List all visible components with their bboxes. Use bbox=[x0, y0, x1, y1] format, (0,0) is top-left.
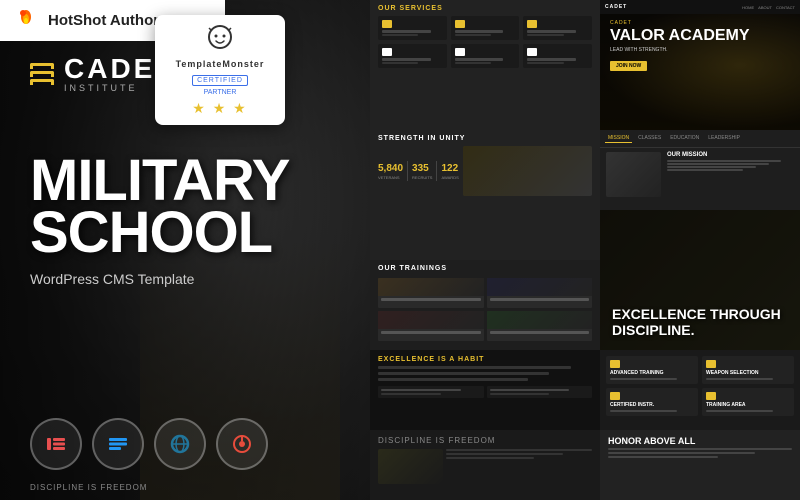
headline: MILITARY SCHOOL WordPress CMS Template bbox=[30, 155, 289, 287]
service-card-6 bbox=[523, 44, 592, 68]
stat-value-3: 122 bbox=[441, 163, 458, 174]
stats-image bbox=[463, 146, 592, 196]
revolution-slider-badge[interactable] bbox=[216, 418, 268, 470]
training-card-1 bbox=[378, 278, 484, 308]
excellence-mockup: EXCELLENCE THROUGH DISCIPLINE. bbox=[600, 210, 800, 350]
tm-partner: PARTNER bbox=[167, 89, 273, 96]
ultimate-fields-badge[interactable] bbox=[92, 418, 144, 470]
valor-nav-3: CONTACT bbox=[776, 5, 795, 10]
tm-certified: CERTIFIED bbox=[192, 75, 248, 86]
tm-stars: ★ ★ ★ bbox=[167, 100, 273, 117]
service-card-4 bbox=[378, 44, 447, 68]
feature-advanced: ADVANCED TRAINING bbox=[606, 356, 698, 384]
valor-nav-2: ABOUT bbox=[758, 5, 772, 10]
trainings-mockup: OUR TRAININGS bbox=[370, 260, 600, 350]
mission-nav: MISSION CLASSES EDUCATION LEADERSHIP bbox=[600, 130, 800, 148]
honor-mockup: HONOR ABOVE ALL bbox=[600, 430, 800, 500]
mission-text-block: OUR MISSION bbox=[667, 152, 794, 197]
stat-2: 335 RECRUITS bbox=[412, 163, 432, 180]
valor-cta-button[interactable]: JOIN NOW bbox=[610, 61, 647, 71]
trainings-grid bbox=[370, 276, 600, 343]
valor-nav-1: HOME bbox=[742, 5, 754, 10]
headline-tagline: WordPress CMS Template bbox=[30, 271, 289, 287]
stat-3: 122 AWARDS bbox=[441, 163, 458, 180]
services-grid bbox=[370, 14, 600, 70]
stat-1: 5,840 VETERANS bbox=[378, 163, 403, 180]
brand-title: HotShot Author bbox=[48, 12, 159, 29]
valor-academy-title: VALOR ACADEMY bbox=[610, 28, 750, 44]
tm-cat-icon bbox=[167, 23, 273, 57]
trainings-title: OUR TRAININGS bbox=[370, 260, 600, 276]
valor-subtitle-text: LEAD WITH STRENGTH. bbox=[610, 47, 750, 54]
logo-chevrons-icon bbox=[30, 63, 54, 85]
bottom-discipline-mockup: DISCIPLINE IS FREEDOM bbox=[370, 430, 600, 500]
discipline-tagline: DISCIPLINE IS FREEDOM bbox=[378, 436, 592, 445]
stat-label-3: AWARDS bbox=[441, 175, 458, 180]
excellence-text: EXCELLENCE THROUGH DISCIPLINE. bbox=[612, 307, 788, 338]
valor-mini-logo: CADET bbox=[605, 4, 627, 10]
stat-label-2: RECRUITS bbox=[412, 175, 432, 180]
service-card-3 bbox=[523, 16, 592, 40]
training-card-3 bbox=[378, 311, 484, 341]
valor-hero-mockup: CADET HOME ABOUT CONTACT CADET VALOR ACA… bbox=[600, 0, 800, 130]
feature-weapon: WEAPON SELECTION bbox=[702, 356, 794, 384]
service-card-5 bbox=[451, 44, 520, 68]
plugins-row bbox=[30, 418, 268, 470]
nav-edu[interactable]: EDUCATION bbox=[667, 134, 702, 143]
stat-value-2: 335 bbox=[412, 163, 432, 174]
stats-row: 5,840 VETERANS 335 RECRUITS 122 AWARDS bbox=[370, 144, 600, 198]
training-card-4 bbox=[487, 311, 593, 341]
mission-image bbox=[606, 152, 661, 197]
headline-line2: SCHOOL bbox=[30, 207, 289, 259]
honor-title: HONOR ABOVE ALL bbox=[600, 430, 800, 448]
tm-title: TemplateMonster bbox=[167, 59, 273, 69]
nav-mission[interactable]: MISSION bbox=[605, 134, 632, 143]
training-card-2 bbox=[487, 278, 593, 308]
nav-classes[interactable]: CLASSES bbox=[635, 134, 664, 143]
stats-title: STRENGTH IN UNITY bbox=[370, 130, 600, 144]
stat-label-1: VETERANS bbox=[378, 175, 403, 180]
right-panel: OUR SERVICES bbox=[370, 0, 800, 500]
valor-label-text: CADET bbox=[610, 20, 750, 26]
service-card-1 bbox=[378, 16, 447, 40]
stat-value-1: 5,840 bbox=[378, 163, 403, 174]
logo-area: CADET INSTITUTE bbox=[30, 55, 175, 93]
stats-mockup: STRENGTH IN UNITY 5,840 VETERANS 335 REC… bbox=[370, 130, 600, 260]
feature-area: TRAINING AREA bbox=[702, 388, 794, 416]
excellence-habit-mockup: EXCELLENCE IS A HABIT bbox=[370, 350, 600, 430]
feature-instructors: CERTIFIED INSTR. bbox=[606, 388, 698, 416]
elementor-badge[interactable] bbox=[30, 418, 82, 470]
bottom-tagline: DISCIPLINE IS FREEDOM bbox=[30, 483, 147, 492]
flame-icon bbox=[12, 7, 40, 35]
features-mockup: ADVANCED TRAINING WEAPON SELECTION CERTI… bbox=[600, 350, 800, 430]
wordpress-badge[interactable] bbox=[154, 418, 206, 470]
services-mockup: OUR SERVICES bbox=[370, 0, 600, 130]
mission-content: OUR MISSION bbox=[600, 148, 800, 201]
service-card-2 bbox=[451, 16, 520, 40]
services-title: OUR SERVICES bbox=[370, 0, 600, 14]
nav-lead[interactable]: LEADERSHIP bbox=[705, 134, 743, 143]
template-monster-badge: TemplateMonster CERTIFIED PARTNER ★ ★ ★ bbox=[155, 15, 285, 125]
mission-heading: OUR MISSION bbox=[667, 152, 794, 158]
mission-nav-mockup: MISSION CLASSES EDUCATION LEADERSHIP OUR… bbox=[600, 130, 800, 210]
excellence-habit-title: EXCELLENCE IS A HABIT bbox=[378, 356, 592, 363]
